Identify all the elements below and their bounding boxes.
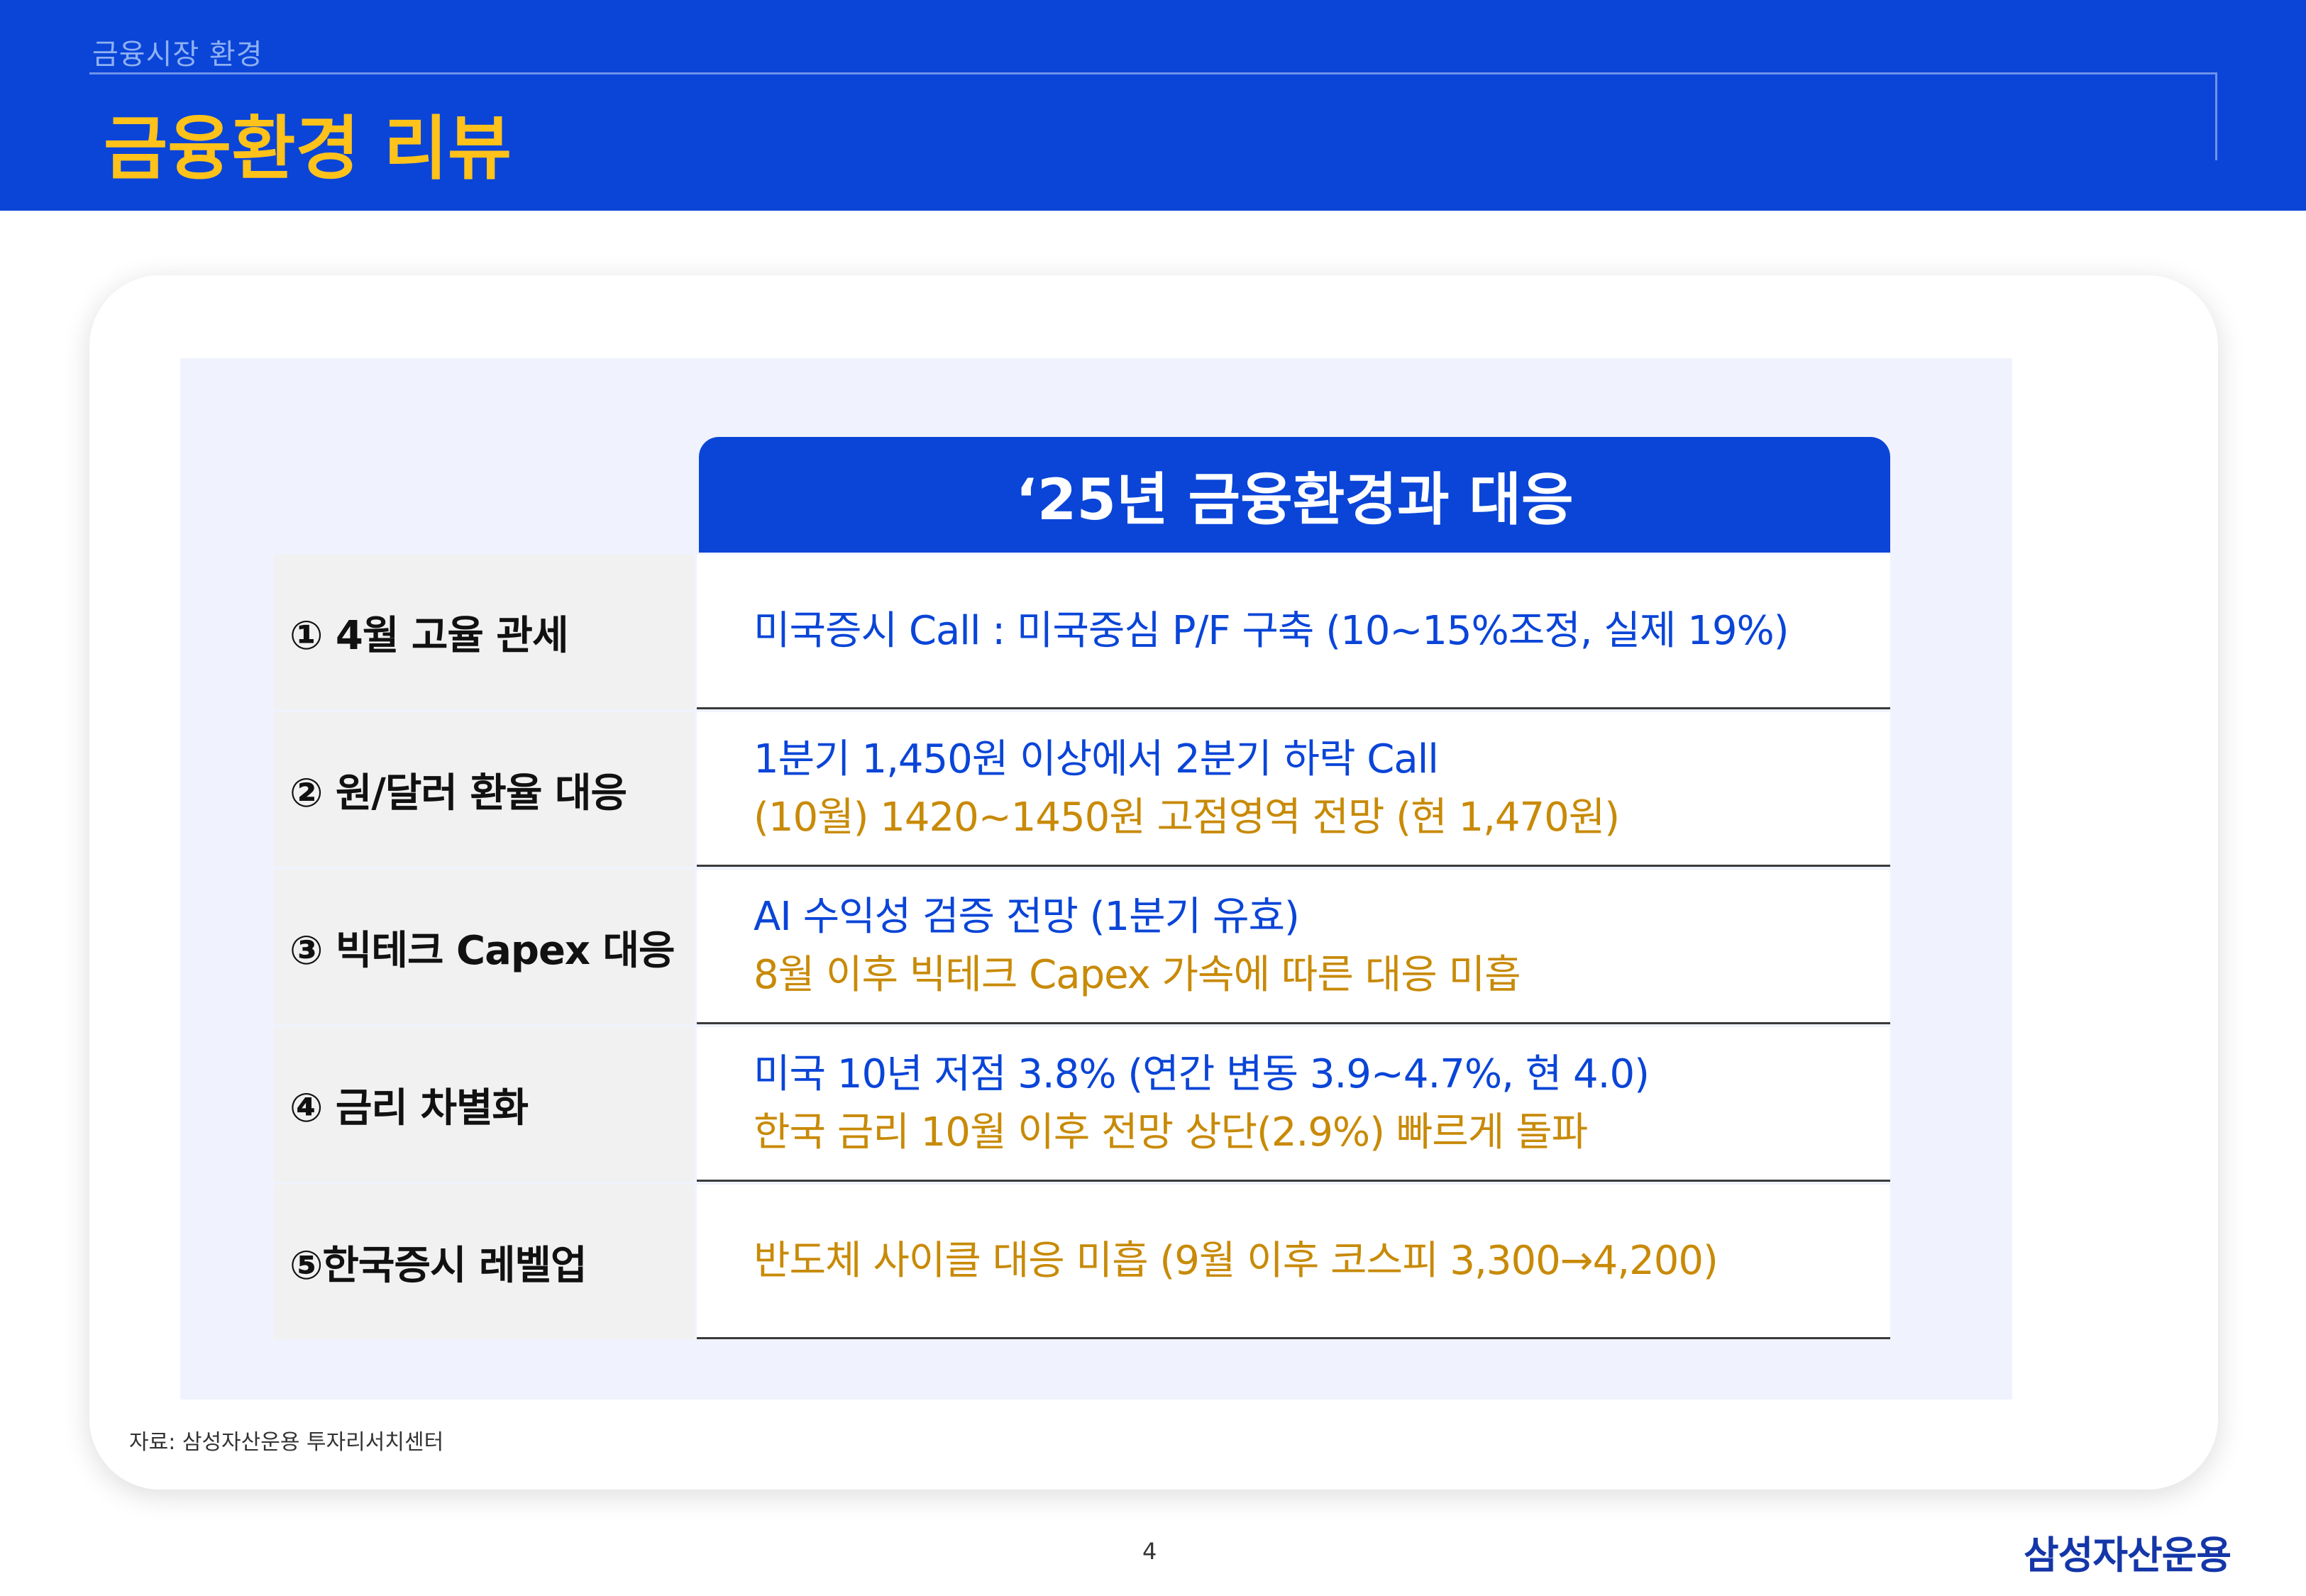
- row-content: AI 수익성 검증 전망 (1분기 유효) 8월 이후 빅테크 Capex 가속…: [697, 870, 1890, 1024]
- row-line: 미국 10년 저점 3.8% (연간 변동 3.9~4.7%, 현 4.0): [754, 1051, 1650, 1097]
- row-line: 8월 이후 빅테크 Capex 가속에 따른 대응 미흡: [754, 951, 1521, 998]
- page-title: 금융환경 리뷰: [104, 109, 512, 189]
- brand-logo: 삼성자산운용: [2024, 1533, 2231, 1578]
- table-heading: ‘25년 금융환경과 대응: [699, 437, 1890, 553]
- page-header: 금융시장 환경 금융환경 리뷰: [0, 0, 2306, 211]
- row-line: 반도체 사이클 대응 미흡 (9월 이후 코스피 3,300→4,200): [754, 1237, 1719, 1284]
- table-row: ④ 금리 차별화 미국 10년 저점 3.8% (연간 변동 3.9~4.7%,…: [274, 1027, 1890, 1185]
- table-row: ⑤한국증시 레벨업 반도체 사이클 대응 미흡 (9월 이후 코스피 3,300…: [274, 1185, 1890, 1342]
- row-label: ⑤한국증시 레벨업: [274, 1185, 694, 1339]
- row-content: 반도체 사이클 대응 미흡 (9월 이후 코스피 3,300→4,200): [697, 1185, 1890, 1339]
- page-number: 4: [1142, 1538, 1157, 1565]
- row-content: 1분기 1,450원 이상에서 2분기 하락 Call (10월) 1420~1…: [697, 712, 1890, 867]
- header-divider: [89, 72, 2217, 74]
- row-line: 한국 금리 10월 이후 전망 상단(2.9%) 빠르게 돌파: [754, 1109, 1588, 1156]
- row-line: (10월) 1420~1450원 고점영역 전망 (현 1,470원): [754, 794, 1620, 841]
- row-label: ① 4월 고율 관세: [274, 555, 694, 709]
- table-row: ③ 빅테크 Capex 대응 AI 수익성 검증 전망 (1분기 유효) 8월 …: [274, 870, 1890, 1027]
- row-content: 미국증시 Call : 미국중심 P/F 구축 (10~15%조정, 실제 19…: [697, 555, 1890, 709]
- table-row: ① 4월 고율 관세 미국증시 Call : 미국중심 P/F 구축 (10~1…: [274, 555, 1890, 712]
- row-line: 미국증시 Call : 미국중심 P/F 구축 (10~15%조정, 실제 19…: [754, 607, 1789, 654]
- row-line: AI 수익성 검증 전망 (1분기 유효): [754, 893, 1300, 940]
- row-content: 미국 10년 저점 3.8% (연간 변동 3.9~4.7%, 현 4.0) 한…: [697, 1027, 1890, 1182]
- row-line: 1분기 1,450원 이상에서 2분기 하락 Call: [754, 736, 1439, 782]
- row-label: ④ 금리 차별화: [274, 1027, 694, 1182]
- header-divider-vertical: [2215, 72, 2217, 160]
- row-label: ③ 빅테크 Capex 대응: [274, 870, 694, 1024]
- table-row: ② 원/달러 환율 대응 1분기 1,450원 이상에서 2분기 하락 Call…: [274, 712, 1890, 870]
- section-label: 금융시장 환경: [92, 38, 263, 71]
- source-note: 자료: 삼성자산운용 투자리서치센터: [129, 1430, 444, 1455]
- row-label: ② 원/달러 환율 대응: [274, 712, 694, 867]
